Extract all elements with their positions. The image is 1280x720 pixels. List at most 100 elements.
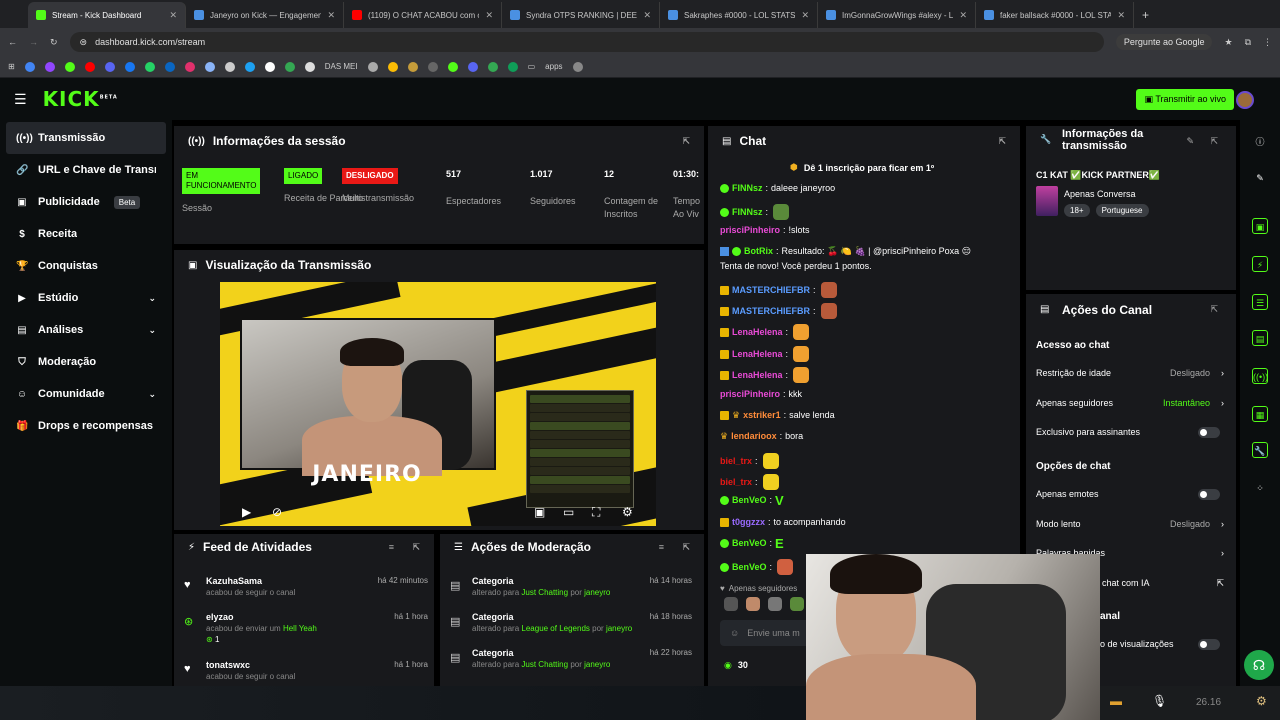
feed-item[interactable]: ♥ KazuhaSama acabou de seguir o canal há 42… [184, 576, 428, 597]
bookmark-youtube-icon[interactable] [84, 61, 95, 72]
category-link[interactable]: League of Legends [521, 624, 590, 633]
chat-username[interactable]: t0ggzzx [732, 517, 765, 527]
close-icon[interactable]: ✕ [169, 10, 177, 21]
toggle-switch[interactable] [1198, 489, 1220, 500]
toggle-switch[interactable] [1198, 427, 1220, 438]
sidebar-item-est-dio[interactable]: ▶ Estúdio ⌄ [6, 282, 166, 314]
moderator-link[interactable]: janeyro [584, 588, 610, 597]
wrench-icon[interactable]: 🔧 [1252, 442, 1268, 458]
bookmark-icon[interactable] [264, 61, 275, 72]
extensions-icon[interactable]: ⧉ [1245, 37, 1251, 48]
filter-icon[interactable]: ≡ [659, 542, 664, 552]
sidebar-item-an-lises[interactable]: ▤ Análises ⌄ [6, 314, 166, 346]
info-icon[interactable]: ⓘ [1252, 134, 1268, 150]
chat-username[interactable]: lendarioox [731, 431, 777, 441]
new-tab-icon[interactable]: + [1142, 8, 1149, 22]
bookmark-das-mei[interactable]: DAS MEI [325, 62, 358, 71]
ask-google-button[interactable]: Pergunte ao Google [1115, 34, 1213, 50]
chat-icon[interactable]: ▤ [1252, 330, 1268, 346]
bookmark-discord-icon[interactable] [104, 61, 115, 72]
close-icon[interactable]: ✕ [485, 10, 493, 21]
bookmark-icon[interactable] [467, 61, 478, 72]
bookmark-linkedin-icon[interactable] [164, 61, 175, 72]
broadcast-icon[interactable]: ((•)) [1252, 368, 1268, 384]
bookmark-icon[interactable] [224, 61, 235, 72]
browser-tab[interactable]: faker ballsack #0000 - LOL STA ✕ [976, 2, 1134, 28]
settings-gear-icon[interactable]: ⚙ [622, 505, 633, 519]
video-panel-icon[interactable]: ▣ [1252, 218, 1268, 234]
sidebar-item-modera-o[interactable]: ⛉ Moderação [6, 346, 166, 378]
browser-tab[interactable]: Stream - Kick Dashboard ✕ [28, 2, 186, 28]
category-link[interactable]: Just Chatting [521, 588, 568, 597]
bookmark-kick-icon[interactable] [447, 61, 458, 72]
bookmark-icon[interactable] [427, 61, 438, 72]
chat-username[interactable]: LenaHelena [732, 327, 783, 337]
expand-icon[interactable]: ⇱ [682, 136, 690, 147]
browser-tab[interactable]: Syndra OTPS RANKING | DEEPL ✕ [502, 2, 660, 28]
feed-item[interactable]: ♥ tonatswxc acabou de seguir o canal há 1 h… [184, 660, 428, 681]
sidebar-item-comunidade[interactable]: ☺ Comunidade ⌄ [6, 378, 166, 410]
avatar[interactable] [1236, 91, 1254, 109]
apps-grid-icon[interactable]: ⊞ [8, 62, 15, 71]
hamburger-icon[interactable]: ☰ [14, 91, 27, 108]
bookmark-icon[interactable] [284, 61, 295, 72]
close-icon[interactable]: ✕ [801, 10, 809, 21]
bookmark-icon[interactable] [507, 61, 518, 72]
expand-icon[interactable]: ⇱ [412, 542, 420, 553]
close-icon[interactable]: ✕ [1117, 10, 1125, 21]
chat-username[interactable]: FINNsz [732, 183, 763, 193]
close-icon[interactable]: ✕ [327, 10, 335, 21]
chat-username[interactable]: MASTERCHIEFBR [732, 285, 810, 295]
emote-icon[interactable] [746, 597, 760, 611]
setting-row[interactable]: Modo lento Desligado › [1036, 519, 1224, 533]
browser-tab[interactable]: Sakraphes #0000 - LOL STATS ✕ [660, 2, 818, 28]
moderator-link[interactable]: janeyro [584, 660, 610, 669]
sidebar-item-conquistas[interactable]: 🏆 Conquistas [6, 250, 166, 282]
bookmark-star-icon[interactable]: ★ [1224, 37, 1232, 48]
bookmark-instagram-icon[interactable] [184, 61, 195, 72]
chat-username[interactable]: prisciPinheiro [720, 389, 780, 399]
browser-tab[interactable]: (1109) O CHAT ACABOU com o ✕ [344, 2, 502, 28]
bookmark-google-icon[interactable] [24, 61, 35, 72]
go-live-button[interactable]: ▣ Transmitir ao vivo [1136, 89, 1234, 110]
list-icon[interactable]: ☰ [1252, 294, 1268, 310]
moderator-link[interactable]: janeyro [606, 624, 632, 633]
kick-logo[interactable]: KICKBETA [43, 87, 118, 111]
chat-username[interactable]: xstriker1 [743, 410, 781, 420]
browser-tab[interactable]: Janeyro on Kick — Engagemen ✕ [186, 2, 344, 28]
menu-icon[interactable]: ⋮ [1263, 37, 1272, 48]
emote-icon[interactable] [724, 597, 738, 611]
chat-username[interactable]: biel_trx [720, 456, 752, 466]
sidebar-item-url-e-chave-de-transmiss-o[interactable]: 🔗 URL e Chave de Transmissão [6, 154, 166, 186]
settings-gear-icon[interactable]: ⚙ [1256, 694, 1267, 708]
category-link[interactable]: Just Chatting [521, 660, 568, 669]
chat-username[interactable]: BenVeO [732, 495, 767, 505]
sidebar-item-publicidade[interactable]: ▣ Publicidade Beta [6, 186, 166, 218]
setting-row[interactable]: Apenas seguidores Instantâneo › [1036, 398, 1224, 412]
fullscreen-icon[interactable]: ⛶ [592, 505, 600, 520]
edit-pencil-icon[interactable]: ✎ [1186, 136, 1194, 147]
browser-tab[interactable]: ImGonnaGrowWings #alexy - L ✕ [818, 2, 976, 28]
channel-points[interactable]: ◉ 30 [724, 660, 748, 671]
bookmark-icon[interactable] [487, 61, 498, 72]
close-icon[interactable]: ✕ [643, 10, 651, 21]
stack-icon[interactable]: ▦ [1252, 406, 1268, 422]
setting-row[interactable]: Exclusivo para assinantes [1036, 427, 1224, 441]
theater-icon[interactable]: ▭ [563, 505, 574, 519]
bookmark-icon[interactable] [244, 61, 255, 72]
chat-username[interactable]: MASTERCHIEFBR [732, 306, 810, 316]
sidebar-item-drops-e-recompensas[interactable]: 🎁 Drops e recompensas [6, 410, 166, 442]
bookmark-icon[interactable] [204, 61, 215, 72]
forward-icon[interactable]: → [29, 37, 38, 47]
feed-item[interactable]: ⊛ elyzao acabou de enviar um Hell Yeah ⊛ 1h… [184, 612, 428, 644]
emoji-icon[interactable]: ☺ [730, 628, 739, 638]
moderation-item[interactable]: ▤ Categoria alterado para Just Chatting po… [450, 576, 692, 597]
setting-row[interactable]: Restrição de idade Desligado › [1036, 368, 1224, 382]
microphone-icon[interactable]: 🎙 [1152, 694, 1167, 708]
site-info-icon[interactable]: ⊜ [80, 37, 88, 48]
bookmark-icon[interactable] [572, 61, 583, 72]
chat-username[interactable]: FINNsz [732, 207, 763, 217]
moderation-item[interactable]: ▤ Categoria alterado para League of Legend… [450, 612, 692, 633]
bookmark-apps[interactable]: apps [545, 62, 562, 71]
filter-icon[interactable]: ≡ [389, 542, 394, 552]
